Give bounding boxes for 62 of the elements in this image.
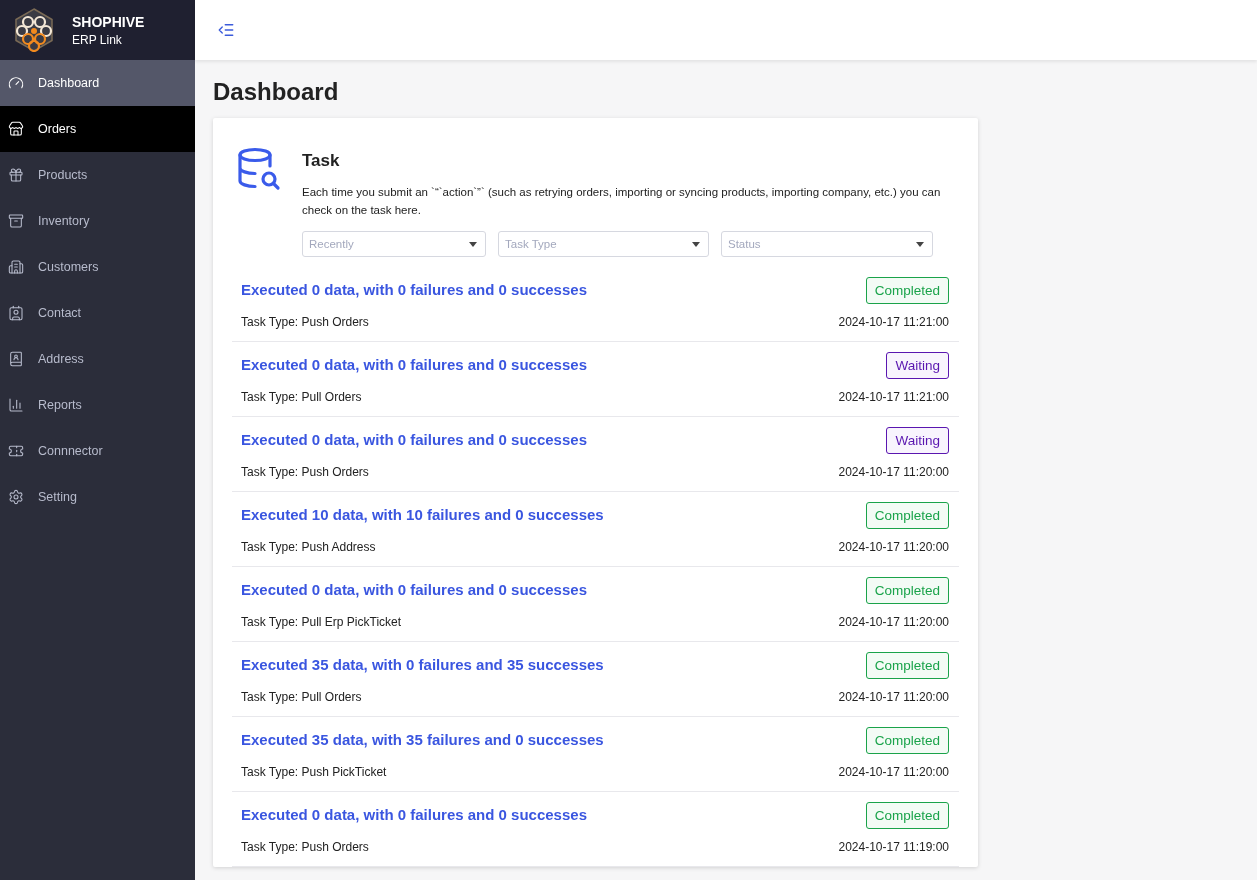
task-summary-link[interactable]: Executed 0 data, with 0 failures and 0 successes <box>241 281 587 298</box>
settings-icon <box>8 489 24 505</box>
status-badge: Completed <box>865 277 949 304</box>
dropdown-caret-icon <box>469 241 477 247</box>
bar-chart-icon <box>8 397 24 413</box>
status-badge: Waiting <box>886 352 949 379</box>
card-description: Each time you submit an `“`action`”` (such as retrying orders, importing or syncing products, importing company, etc.) you can check on the task here. <box>302 185 942 218</box>
task-time: 2024-10-17 11:20:00 <box>838 465 949 479</box>
status-badge: Completed <box>865 652 949 679</box>
task-summary-link[interactable]: Executed 0 data, with 0 failures and 0 successes <box>241 806 587 823</box>
task-summary-link[interactable]: Executed 10 data, with 10 failures and 0 successes <box>241 506 604 523</box>
brand-subtitle: ERP Link <box>72 32 123 47</box>
task-summary-link[interactable]: Executed 35 data, with 35 failures and 0 successes <box>241 731 604 748</box>
task-summary-link[interactable]: Executed 35 data, with 0 failures and 35 successes <box>241 656 604 673</box>
status-badge: Completed <box>865 577 949 604</box>
hive-logo-icon <box>12 8 56 52</box>
task-type: Task Type: Push Orders <box>241 840 369 854</box>
task-time: 2024-10-17 11:20:00 <box>838 690 949 704</box>
sidebar-item[interactable]: Setting <box>0 474 195 520</box>
task-time: 2024-10-17 11:19:00 <box>838 840 949 854</box>
sidebar-item[interactable]: Orders <box>0 106 195 152</box>
database-search-icon <box>236 146 282 192</box>
sidebar-item[interactable]: Contact <box>0 290 195 336</box>
sidebar-item[interactable]: Connnector <box>0 428 195 474</box>
task-summary-link[interactable]: Executed 0 data, with 0 failures and 0 successes <box>241 581 587 598</box>
gauge-icon <box>8 75 24 91</box>
task-time: 2024-10-17 11:20:00 <box>838 540 949 554</box>
dropdown-caret-icon <box>692 241 700 247</box>
sidebar-item[interactable]: Dashboard <box>0 60 195 106</box>
status-badge: Completed <box>865 502 949 529</box>
task-time: 2024-10-17 11:20:00 <box>838 615 949 629</box>
gift-icon <box>8 167 24 183</box>
task-summary-link[interactable]: Executed 0 data, with 0 failures and 0 successes <box>241 431 587 448</box>
task-type: Task Type: Push Orders <box>241 315 369 329</box>
page-title: Dashboard <box>213 78 340 106</box>
sidebar-item[interactable]: Customers <box>0 244 195 290</box>
status-badge: Completed <box>865 802 949 829</box>
sidebar-item[interactable]: Inventory <box>0 198 195 244</box>
sidebar-item[interactable]: Address <box>0 336 195 382</box>
task-time: 2024-10-17 11:21:00 <box>838 390 949 404</box>
task-type: Task Type: Push PickTicket <box>241 765 387 779</box>
task-type: Task Type: Pull Orders <box>241 390 362 404</box>
task-time: 2024-10-17 11:20:00 <box>838 765 949 779</box>
task-type: Task Type: Push Address <box>241 540 376 554</box>
sidebar-item[interactable]: Reports <box>0 382 195 428</box>
task-summary-link[interactable]: Executed 0 data, with 0 failures and 0 successes <box>241 356 587 373</box>
card-title: Task <box>302 151 341 171</box>
brand-name: SHOPHIVE <box>72 13 145 30</box>
status-badge: Completed <box>865 727 949 754</box>
address-book-icon <box>8 351 24 367</box>
store-icon <box>8 121 24 137</box>
task-type: Task Type: Pull Erp PickTicket <box>241 615 402 629</box>
building-icon <box>8 259 24 275</box>
ticket-icon <box>8 443 24 459</box>
task-type: Task Type: Push Orders <box>241 465 369 479</box>
contact-card-icon <box>8 305 24 321</box>
status-badge: Waiting <box>886 427 949 454</box>
task-time: 2024-10-17 11:21:00 <box>838 315 949 329</box>
dropdown-caret-icon <box>916 241 924 247</box>
archive-box-icon <box>8 213 24 229</box>
sidebar-item[interactable]: Products <box>0 152 195 198</box>
task-type: Task Type: Pull Orders <box>241 690 362 704</box>
